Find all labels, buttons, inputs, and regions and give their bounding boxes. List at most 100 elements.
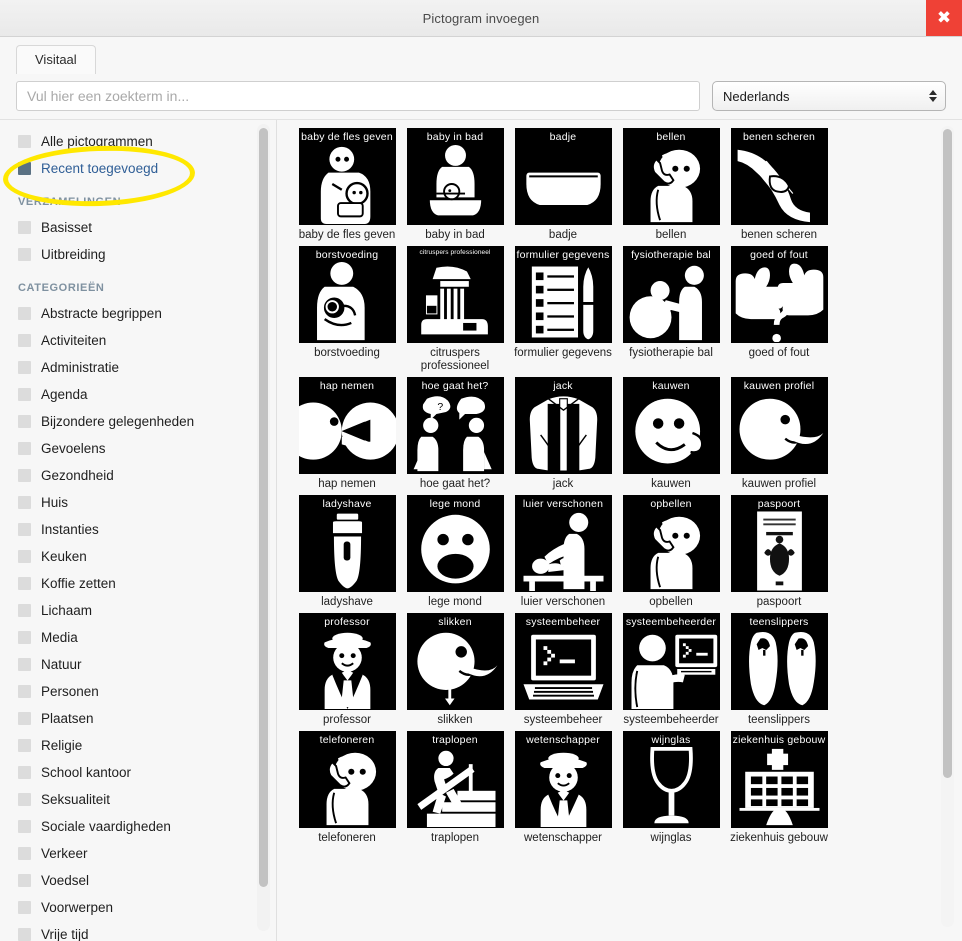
sidebar-item-keuken[interactable]: Keuken	[0, 543, 276, 570]
sidebar-item-verkeer[interactable]: Verkeer	[0, 840, 276, 867]
checkbox-icon[interactable]	[18, 793, 31, 806]
checkbox-icon[interactable]	[18, 361, 31, 374]
checkbox-icon[interactable]	[18, 307, 31, 320]
sidebar-item-religie[interactable]: Religie	[0, 732, 276, 759]
checkbox-icon[interactable]	[18, 469, 31, 482]
sidebar-scrollbar-thumb[interactable]	[259, 128, 268, 887]
checkbox-icon[interactable]	[18, 928, 31, 941]
sidebar-item-lichaam[interactable]: Lichaam	[0, 597, 276, 624]
pictogram-item[interactable]: formulier gegevens formulier gegevens	[509, 246, 617, 377]
baby-bottle-icon[interactable]: baby de fles geven	[298, 128, 396, 225]
search-input[interactable]	[16, 81, 700, 111]
checkbox-icon[interactable]	[18, 766, 31, 779]
checkbox-icon[interactable]	[18, 248, 31, 261]
sidebar-item-recent-toegevoegd[interactable]: Recent toegevoegd	[0, 155, 276, 182]
checkbox-icon[interactable]	[18, 496, 31, 509]
checkbox-icon[interactable]	[18, 901, 31, 914]
checkbox-icon[interactable]	[18, 550, 31, 563]
sidebar-item-activiteiten[interactable]: Activiteiten	[0, 327, 276, 354]
form-pen-icon[interactable]: formulier gegevens	[514, 246, 612, 343]
diaper-change-icon[interactable]: luier verschonen	[514, 495, 612, 592]
sidebar-item-instanties[interactable]: Instanties	[0, 516, 276, 543]
sidebar-item-seksualiteit[interactable]: Seksualiteit	[0, 786, 276, 813]
pictogram-scrollbar[interactable]	[941, 126, 954, 927]
laptop-terminal-icon[interactable]: systeembeheer	[514, 613, 612, 710]
phone-head-icon[interactable]: telefoneren	[298, 731, 396, 828]
checkbox-icon[interactable]	[18, 334, 31, 347]
pictogram-item[interactable]: kauwen kauwen	[617, 377, 725, 495]
checkbox-icon[interactable]	[18, 221, 31, 234]
tab-visitaal[interactable]: Visitaal	[16, 45, 96, 74]
sidebar-item-voedsel[interactable]: Voedsel	[0, 867, 276, 894]
checkbox-icon[interactable]	[18, 874, 31, 887]
leg-shave-icon[interactable]: benen scheren	[730, 128, 828, 225]
pictogram-item[interactable]: borstvoeding borstvoeding	[293, 246, 401, 377]
sidebar-item-sociale-vaardigheden[interactable]: Sociale vaardigheden	[0, 813, 276, 840]
sidebar-item-basisset[interactable]: Basisset	[0, 214, 276, 241]
sidebar-item-personen[interactable]: Personen	[0, 678, 276, 705]
sysadmin-icon[interactable]: systeembeheerder	[622, 613, 720, 710]
two-people-talk-icon[interactable]: hoe gaat het? ?	[406, 377, 504, 474]
pictogram-item[interactable]: hap nemen hap nemen	[293, 377, 401, 495]
pictogram-item[interactable]: systeembeheerder systeembeheerder	[617, 613, 725, 731]
physio-ball-icon[interactable]: fysiotherapie bal	[622, 246, 720, 343]
sidebar-scrollbar[interactable]	[257, 124, 270, 931]
pictogram-item[interactable]: citruspers professioneel citruspers prof…	[401, 246, 509, 377]
pictogram-item[interactable]: systeembeheer systeembeheer	[509, 613, 617, 731]
checkbox-icon[interactable]	[18, 739, 31, 752]
bathtub-icon[interactable]: badje	[514, 128, 612, 225]
pictogram-item[interactable]: benen scheren benen scheren	[725, 128, 833, 246]
pictogram-item[interactable]: badje badje	[509, 128, 617, 246]
checkbox-icon[interactable]	[18, 685, 31, 698]
pictogram-item[interactable]: ladyshave ladyshave	[293, 495, 401, 613]
thumbs-question-icon[interactable]: goed of fout	[730, 246, 828, 343]
checkbox-icon[interactable]	[18, 388, 31, 401]
wine-glass-icon[interactable]: wijnglas	[622, 731, 720, 828]
checkbox-icon[interactable]	[18, 712, 31, 725]
pictogram-item[interactable]: goed of fout goed of fout	[725, 246, 833, 377]
hospital-icon[interactable]: ziekenhuis gebouw	[730, 731, 828, 828]
bite-icon[interactable]: hap nemen	[298, 377, 396, 474]
checkbox-icon[interactable]	[18, 577, 31, 590]
checkbox-icon[interactable]	[18, 604, 31, 617]
pictogram-item[interactable]: slikken slikken	[401, 613, 509, 731]
sidebar-item-koffie-zetten[interactable]: Koffie zetten	[0, 570, 276, 597]
pictogram-item[interactable]: paspoort paspoort	[725, 495, 833, 613]
sidebar-item-bijzondere-gelegenheden[interactable]: Bijzondere gelegenheden	[0, 408, 276, 435]
sidebar-item-media[interactable]: Media	[0, 624, 276, 651]
breastfeeding-icon[interactable]: borstvoeding	[298, 246, 396, 343]
pictogram-item[interactable]: traplopen traplopen	[401, 731, 509, 849]
pictogram-item[interactable]: kauwen profiel kauwen profiel	[725, 377, 833, 495]
jacket-icon[interactable]: jack	[514, 377, 612, 474]
sidebar-item-alle-pictogrammen[interactable]: Alle pictogrammen	[0, 128, 276, 155]
pictogram-scrollbar-thumb[interactable]	[943, 129, 952, 778]
sidebar-item-school-kantoor[interactable]: School kantoor	[0, 759, 276, 786]
pictogram-item[interactable]: professor professor	[293, 613, 401, 731]
sidebar-item-agenda[interactable]: Agenda	[0, 381, 276, 408]
sidebar-item-plaatsen[interactable]: Plaatsen	[0, 705, 276, 732]
scientist-icon[interactable]: wetenschapper	[514, 731, 612, 828]
pictogram-item[interactable]: teenslippers teenslippers	[725, 613, 833, 731]
pictogram-item[interactable]: opbellen opbellen	[617, 495, 725, 613]
pictogram-item[interactable]: telefoneren telefoneren	[293, 731, 401, 849]
passport-icon[interactable]: paspoort	[730, 495, 828, 592]
pictogram-item[interactable]: jack jack	[509, 377, 617, 495]
shaver-icon[interactable]: ladyshave	[298, 495, 396, 592]
chew-face-icon[interactable]: kauwen	[622, 377, 720, 474]
sidebar-item-voorwerpen[interactable]: Voorwerpen	[0, 894, 276, 921]
pictogram-item[interactable]: hoe gaat het? ? hoe gaat het?	[401, 377, 509, 495]
checkbox-icon[interactable]	[18, 658, 31, 671]
close-button[interactable]: ✖	[926, 0, 962, 36]
checkbox-icon[interactable]	[18, 442, 31, 455]
sidebar-item-gezondheid[interactable]: Gezondheid	[0, 462, 276, 489]
swallow-icon[interactable]: slikken	[406, 613, 504, 710]
pictogram-item[interactable]: baby de fles geven baby de fles geven	[293, 128, 401, 246]
pictogram-item[interactable]: fysiotherapie bal fysiotherapie bal	[617, 246, 725, 377]
citrus-press-icon[interactable]: citruspers professioneel	[406, 246, 504, 343]
professor-icon[interactable]: professor	[298, 613, 396, 710]
checkbox-icon[interactable]	[18, 820, 31, 833]
sidebar-item-abstracte-begrippen[interactable]: Abstracte begrippen	[0, 300, 276, 327]
pictogram-item[interactable]: wetenschapper wetenschapper	[509, 731, 617, 849]
checkbox-icon[interactable]	[18, 135, 31, 148]
open-mouth-face-icon[interactable]: lege mond	[406, 495, 504, 592]
